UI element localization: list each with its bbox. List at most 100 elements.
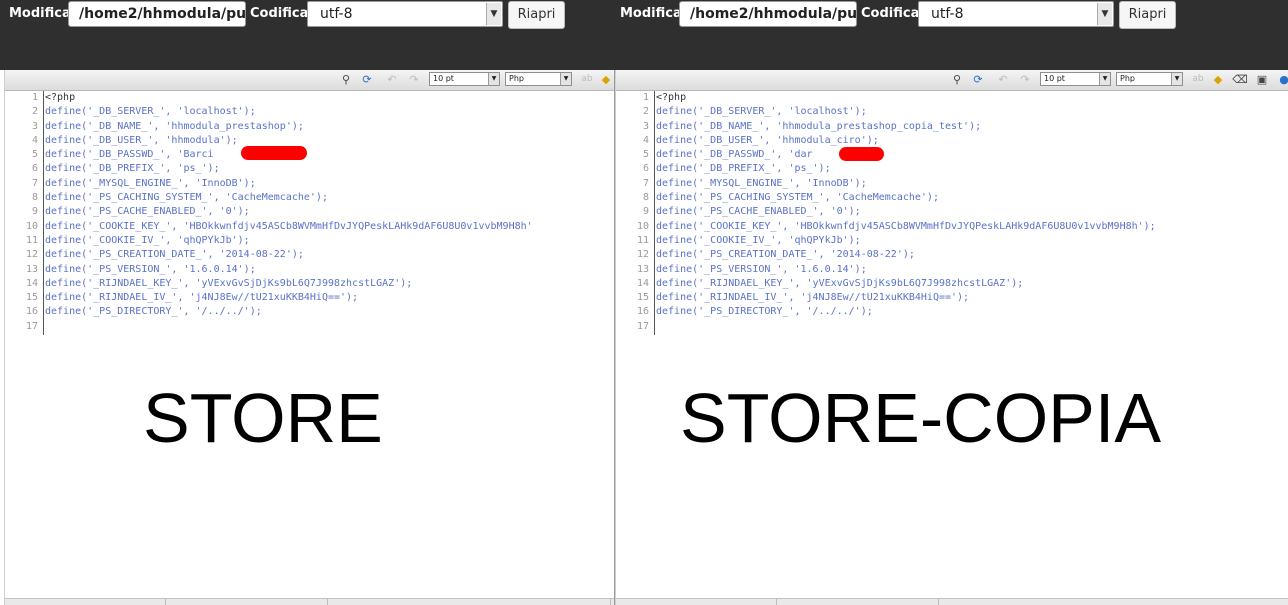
highlight-icon[interactable]: ◆ <box>1210 72 1226 87</box>
redo-icon[interactable]: ↷ <box>1017 72 1033 87</box>
line-text: define('_MYSQL_ENGINE_', 'InnoDB'); <box>45 177 256 189</box>
line-number: 7 <box>31 177 38 189</box>
line-number: 4 <box>31 134 38 146</box>
file-path-input-right[interactable]: /home2/hhmodula/publ <box>679 1 857 27</box>
font-size-value: 10 pt <box>1044 74 1065 83</box>
chevron-down-icon[interactable]: ▼ <box>486 3 501 25</box>
search-icon[interactable]: ⚲ <box>949 72 965 87</box>
spellcheck-icon[interactable]: ab <box>579 72 595 87</box>
line-text: define('_PS_DIRECTORY_', '/../../'); <box>45 306 262 318</box>
line-number: 10 <box>25 220 38 232</box>
undo-icon[interactable]: ↶ <box>384 72 400 87</box>
chevron-down-icon[interactable]: ▼ <box>488 73 499 85</box>
line-number: 4 <box>642 134 649 146</box>
chevron-down-icon[interactable]: ▼ <box>560 73 571 85</box>
line-number: 2 <box>642 106 649 118</box>
edit-label-left: Modifica: <box>9 6 76 21</box>
font-size-value: 10 pt <box>433 74 454 83</box>
line-number: 14 <box>636 277 649 289</box>
line-text: define('_PS_CACHE_ENABLED_', '0'); <box>656 206 861 218</box>
redacted-password-mark <box>241 146 307 160</box>
edit-label-right: Modifica: <box>620 6 687 21</box>
redacted-password-mark <box>839 147 884 161</box>
line-text: define('_RIJNDAEL_KEY_', 'yVExvGvSjDjKs9… <box>656 277 1024 289</box>
spellcheck-icon[interactable]: ab <box>1190 72 1206 87</box>
line-text: define('_MYSQL_ENGINE_', 'InnoDB'); <box>656 177 867 189</box>
reopen-button-right[interactable]: Riapri <box>1119 1 1176 29</box>
encoding-value-right: utf-8 <box>931 6 964 22</box>
line-text: define('_COOKIE_KEY_', 'HBOkkwnfdjv45ASC… <box>656 220 1156 232</box>
line-text: define('_PS_VERSION_', '1.6.0.14'); <box>656 263 867 275</box>
line-number: 1 <box>642 92 649 103</box>
line-text: define('_COOKIE_IV_', 'qhQPYkJb'); <box>656 234 861 246</box>
line-number: 7 <box>642 177 649 189</box>
font-size-select-left[interactable]: 10 pt ▼ <box>429 72 500 86</box>
font-size-select-right[interactable]: 10 pt ▼ <box>1040 72 1111 86</box>
line-number: 14 <box>25 277 38 289</box>
erase-icon[interactable]: ⌫ <box>1232 72 1248 87</box>
line-number: 17 <box>636 320 649 332</box>
line-number: 8 <box>642 192 649 204</box>
help-icon[interactable]: ● <box>1276 72 1288 87</box>
line-text: <?php <box>45 92 76 103</box>
encoding-select-right[interactable]: utf-8 ▼ <box>918 1 1114 27</box>
status-bar-left <box>5 598 614 605</box>
line-number: 6 <box>31 163 38 175</box>
line-number: 6 <box>642 163 649 175</box>
line-text: define('_DB_PREFIX_', 'ps_'); <box>45 163 220 175</box>
file-path-input-left[interactable]: /home2/hhmodula/publ <box>68 1 246 27</box>
line-number: 8 <box>31 192 38 204</box>
line-number: 3 <box>31 120 38 132</box>
editor-pane-right: ⚲ ⟳ ↶ ↷ 10 pt ▼ Php ▼ ab ◆ ⌫ ▣ ● 1 <?php 2… <box>615 70 1288 605</box>
line-text: define('_PS_CACHE_ENABLED_', '0'); <box>45 206 250 218</box>
line-text: define('_DB_SERVER_', 'localhost'); <box>656 106 867 118</box>
redo-icon[interactable]: ↷ <box>406 72 422 87</box>
status-bar-right <box>616 598 1288 605</box>
undo-icon[interactable]: ↶ <box>995 72 1011 87</box>
save-icon[interactable]: ▣ <box>1254 72 1270 87</box>
store-copia-caption: STORE-COPIA <box>680 379 1162 457</box>
line-text: define('_RIJNDAEL_IV_', 'j4NJ8Ew//tU21xu… <box>45 292 359 304</box>
line-text: define('_DB_NAME_', 'hhmodula_prestashop… <box>656 120 982 132</box>
line-text: define('_PS_CACHING_SYSTEM_', 'CacheMemc… <box>45 192 328 204</box>
line-number: 16 <box>25 306 38 318</box>
encoding-value-left: utf-8 <box>320 6 353 22</box>
line-text: define('_COOKIE_IV_', 'qhQPYkJb'); <box>45 234 250 246</box>
line-text: define('_PS_DIRECTORY_', '/../../'); <box>656 306 873 318</box>
line-number: 12 <box>25 249 38 261</box>
line-text: define('_PS_CREATION_DATE_', '2014-08-22… <box>45 249 304 261</box>
encoding-label-left: Codifica: <box>250 6 314 21</box>
line-number: 9 <box>642 206 649 218</box>
line-text: define('_DB_NAME_', 'hhmodula_prestashop… <box>45 120 304 132</box>
syntax-value: Php <box>1120 74 1135 83</box>
text-cursor <box>654 91 655 335</box>
replace-icon[interactable]: ⟳ <box>970 72 986 87</box>
chevron-down-icon[interactable]: ▼ <box>1099 73 1110 85</box>
editor-toolbar-right: ⚲ ⟳ ↶ ↷ 10 pt ▼ Php ▼ ab ◆ ⌫ ▣ ● <box>616 70 1288 91</box>
editor-pane-left: ⚲ ⟳ ↶ ↷ 10 pt ▼ Php ▼ ab ◆ 1 <?php 2 define… <box>4 70 615 605</box>
line-number: 1 <box>31 92 38 103</box>
chevron-down-icon[interactable]: ▼ <box>1171 73 1182 85</box>
store-caption: STORE <box>143 379 383 457</box>
line-text: define('_PS_CREATION_DATE_', '2014-08-22… <box>656 249 915 261</box>
line-number: 15 <box>636 292 649 304</box>
highlight-icon[interactable]: ◆ <box>598 72 614 87</box>
line-number: 11 <box>25 234 38 246</box>
reopen-button-left[interactable]: Riapri <box>508 1 565 29</box>
line-number: 10 <box>636 220 649 232</box>
line-text: define('_DB_SERVER_', 'localhost'); <box>45 106 256 118</box>
line-text: <?php <box>656 92 687 103</box>
line-text: define('_RIJNDAEL_IV_', 'j4NJ8Ew//tU21xu… <box>656 292 970 304</box>
syntax-select-right[interactable]: Php ▼ <box>1116 72 1183 86</box>
top-bar: Modifica: /home2/hhmodula/publ Codifica:… <box>0 0 1288 70</box>
line-text: define('_PS_CACHING_SYSTEM_', 'CacheMemc… <box>656 192 939 204</box>
line-number: 16 <box>636 306 649 318</box>
search-icon[interactable]: ⚲ <box>338 72 354 87</box>
line-text: define('_COOKIE_KEY_', 'HBOkkwnfdjv45ASC… <box>45 220 533 232</box>
syntax-select-left[interactable]: Php ▼ <box>505 72 572 86</box>
text-cursor <box>43 91 44 335</box>
replace-icon[interactable]: ⟳ <box>359 72 375 87</box>
encoding-select-left[interactable]: utf-8 ▼ <box>307 1 503 27</box>
encoding-label-right: Codifica: <box>861 6 925 21</box>
chevron-down-icon[interactable]: ▼ <box>1097 3 1112 25</box>
